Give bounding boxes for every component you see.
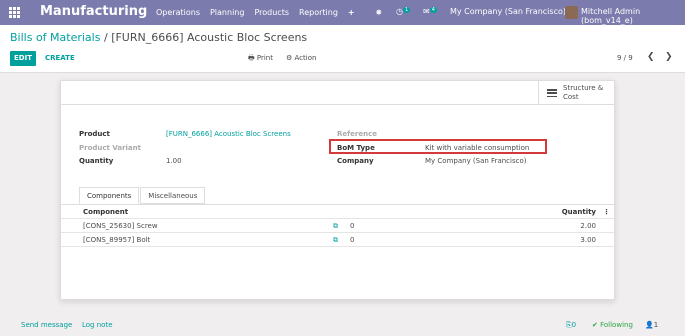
table-row[interactable]: [CONS_89957] Bolt ⧉ 0 3.00 — [61, 233, 614, 247]
documents-icon[interactable]: ⧉ — [333, 222, 338, 231]
tab-components[interactable]: Components — [79, 187, 140, 204]
reference-label: Reference — [337, 130, 378, 138]
table-row[interactable]: [CONS_25630] Screw ⧉ 0 2.00 — [61, 219, 614, 233]
notebook-tabs: Components Miscellaneous — [79, 187, 206, 204]
structure-cost-button[interactable]: Structure & Cost — [538, 81, 614, 105]
send-message-button[interactable]: Send message — [21, 321, 72, 329]
bom-type-field[interactable]: Kit with variable consumption — [425, 144, 529, 152]
pager-value[interactable]: 9 / 9 — [617, 54, 633, 62]
row-attachment-count: 0 — [350, 236, 355, 244]
breadcrumb-parent[interactable]: Bills of Materials — [10, 31, 100, 44]
company-label: Company — [337, 157, 374, 165]
documents-icon[interactable]: ⧉ — [333, 236, 338, 245]
user-menu[interactable]: Mitchell Admin (bom_v14_e) — [581, 7, 685, 25]
quantity-label: Quantity — [79, 157, 114, 165]
print-label: Print — [256, 54, 273, 62]
column-options-icon[interactable]: ⋮ — [603, 208, 610, 216]
product-label: Product — [79, 130, 110, 138]
button-box: Structure & Cost — [61, 81, 614, 105]
print-icon: 🖶 — [248, 54, 255, 62]
apps-menu-icon[interactable] — [9, 7, 20, 18]
row-attachment-count: 0 — [350, 222, 355, 230]
action-button[interactable]: ⚙ Action — [286, 54, 316, 62]
quantity-field[interactable]: 1.00 — [166, 157, 182, 165]
breadcrumb-separator: / — [103, 31, 108, 44]
breadcrumb: Bills of Materials / [FURN_6666] Acousti… — [10, 31, 307, 44]
activity-badge: 1 — [402, 7, 411, 13]
activity-icon[interactable]: ◷ 1 — [396, 7, 411, 16]
components-table: Component Quantity ⋮ [CONS_25630] Screw … — [61, 204, 614, 247]
control-panel: Bills of Materials / [FURN_6666] Acousti… — [0, 25, 685, 73]
create-button[interactable]: CREATE — [45, 54, 75, 62]
check-icon: ✔ — [592, 321, 598, 329]
row-quantity: 3.00 — [580, 236, 596, 244]
row-component: [CONS_89957] Bolt — [83, 236, 151, 244]
menu-planning[interactable]: Planning — [210, 8, 244, 17]
product-variant-label: Product Variant — [79, 144, 141, 152]
component-column-header[interactable]: Component — [83, 208, 128, 216]
menu-operations[interactable]: Operations — [156, 8, 200, 17]
messages-badge: 4 — [429, 7, 437, 13]
messages-icon[interactable]: ✉ 4 — [423, 7, 437, 16]
tab-miscellaneous[interactable]: Miscellaneous — [140, 187, 206, 204]
list-icon — [547, 89, 557, 98]
pager-previous-icon[interactable]: ❮ — [647, 52, 655, 62]
row-component: [CONS_25630] Screw — [83, 222, 158, 230]
menu-products[interactable]: Products — [254, 8, 289, 17]
company-field[interactable]: My Company (San Francisco) — [425, 157, 526, 165]
bom-type-label: BoM Type — [337, 144, 375, 152]
following-button[interactable]: ✔ Following — [592, 321, 633, 329]
following-label: Following — [600, 321, 633, 329]
gear-icon: ⚙ — [286, 54, 293, 62]
followers-button[interactable]: 👤1 — [645, 321, 658, 329]
followers-count: 1 — [653, 321, 659, 329]
table-header: Component Quantity ⋮ — [61, 205, 614, 219]
edit-button[interactable]: EDIT — [10, 51, 36, 66]
main-menu: Operations Planning Products Reporting + — [156, 8, 355, 17]
form-sheet: Structure & Cost Product [FURN_6666] Aco… — [60, 80, 615, 300]
user-avatar[interactable] — [565, 6, 578, 19]
attachments-button[interactable]: ⎘0 — [566, 321, 576, 330]
pager-next-icon[interactable]: ❯ — [665, 52, 673, 62]
chatter-bar: Send message Log note ⎘0 ✔ Following 👤1 — [0, 312, 685, 336]
row-quantity: 2.00 — [580, 222, 596, 230]
menu-reporting[interactable]: Reporting — [299, 8, 338, 17]
breadcrumb-current: [FURN_6666] Acoustic Bloc Screens — [111, 31, 308, 44]
print-button[interactable]: 🖶 Print — [248, 54, 273, 65]
company-switcher[interactable]: My Company (San Francisco) — [450, 7, 566, 16]
app-brand[interactable]: Manufacturing — [40, 4, 147, 19]
structure-cost-label: Structure & Cost — [563, 84, 604, 101]
log-note-button[interactable]: Log note — [82, 321, 113, 329]
quantity-column-header[interactable]: Quantity — [562, 208, 596, 216]
product-field[interactable]: [FURN_6666] Acoustic Bloc Screens — [166, 130, 291, 138]
debug-icon[interactable]: 🞿 — [376, 7, 382, 19]
attachments-count: 0 — [571, 321, 577, 329]
menu-plus[interactable]: + — [348, 8, 355, 17]
top-navbar: Manufacturing Operations Planning Produc… — [0, 0, 685, 25]
action-label: Action — [294, 54, 317, 62]
person-icon: 👤 — [645, 321, 654, 329]
